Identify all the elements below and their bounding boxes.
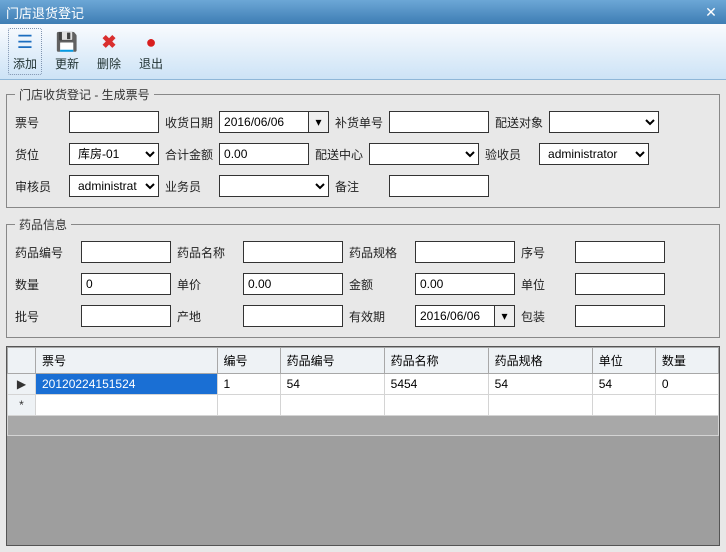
delete-icon: ✖: [98, 31, 120, 53]
location-select[interactable]: 库房-01: [69, 143, 159, 165]
receive-date-label: 收货日期: [165, 114, 213, 131]
delivery-target-label: 配送对象: [495, 114, 543, 131]
price-input[interactable]: [243, 273, 343, 295]
remark-input[interactable]: [389, 175, 489, 197]
add-button[interactable]: ☰ 添加: [8, 28, 42, 75]
seq-label: 序号: [521, 244, 569, 261]
table-new-row[interactable]: *: [8, 395, 719, 416]
salesman-select[interactable]: [219, 175, 329, 197]
add-icon: ☰: [14, 31, 36, 53]
unit-label: 单位: [521, 276, 569, 293]
remark-label: 备注: [335, 178, 383, 195]
expiry-input[interactable]: [415, 305, 495, 327]
price-label: 单价: [177, 276, 237, 293]
drug-code-label: 药品编号: [15, 244, 75, 261]
col-drug-code[interactable]: 药品编号: [280, 348, 384, 374]
cell-drug-name[interactable]: 5454: [384, 374, 488, 395]
replenish-no-input[interactable]: [389, 111, 489, 133]
add-label: 添加: [13, 55, 37, 72]
drug-name-label: 药品名称: [177, 244, 237, 261]
distribution-center-label: 配送中心: [315, 146, 363, 163]
date-picker-icon[interactable]: ▾: [309, 111, 329, 133]
inspector-label: 验收员: [485, 146, 533, 163]
total-amount-input[interactable]: [219, 143, 309, 165]
origin-input[interactable]: [243, 305, 343, 327]
ticket-no-label: 票号: [15, 114, 63, 131]
replenish-no-label: 补货单号: [335, 114, 383, 131]
data-grid[interactable]: 票号 编号 药品编号 药品名称 药品规格 单位 数量 ▶ 20120224151…: [6, 346, 720, 546]
col-qty[interactable]: 数量: [655, 348, 718, 374]
refresh-icon: 💾: [56, 31, 78, 53]
receipt-legend: 门店收货登记 - 生成票号: [15, 86, 154, 103]
col-code[interactable]: 编号: [217, 348, 280, 374]
cell-drug-code[interactable]: 54: [280, 374, 384, 395]
amount-input[interactable]: [415, 273, 515, 295]
batch-input[interactable]: [81, 305, 171, 327]
row-header-blank: [8, 348, 36, 374]
cell-drug-spec[interactable]: 54: [488, 374, 592, 395]
drug-code-input[interactable]: [81, 241, 171, 263]
content-area: 门店收货登记 - 生成票号 票号 收货日期 ▾ 补货单号 配送对象 货位 库房-…: [0, 80, 726, 552]
cell-qty[interactable]: 0: [655, 374, 718, 395]
col-drug-name[interactable]: 药品名称: [384, 348, 488, 374]
receive-date-input[interactable]: [219, 111, 309, 133]
exit-button[interactable]: ● 退出: [134, 28, 168, 75]
qty-input[interactable]: [81, 273, 171, 295]
expiry-date-picker-icon[interactable]: ▾: [495, 305, 515, 327]
delete-button[interactable]: ✖ 删除: [92, 28, 126, 75]
close-icon[interactable]: ✕: [702, 3, 720, 21]
drug-name-input[interactable]: [243, 241, 343, 263]
package-input[interactable]: [575, 305, 665, 327]
refresh-label: 更新: [55, 55, 79, 72]
expiry-label: 有效期: [349, 308, 409, 325]
exit-label: 退出: [139, 55, 163, 72]
origin-label: 产地: [177, 308, 237, 325]
grid-empty-area: [8, 416, 719, 436]
amount-label: 金额: [349, 276, 409, 293]
table-row[interactable]: ▶ 20120224151524 1 54 5454 54 54 0: [8, 374, 719, 395]
col-unit[interactable]: 单位: [592, 348, 655, 374]
unit-input[interactable]: [575, 273, 665, 295]
cell-code[interactable]: 1: [217, 374, 280, 395]
col-drug-spec[interactable]: 药品规格: [488, 348, 592, 374]
cell-ticket[interactable]: 20120224151524: [36, 374, 218, 395]
exit-icon: ●: [140, 31, 162, 53]
batch-label: 批号: [15, 308, 75, 325]
inspector-select[interactable]: administrator: [539, 143, 649, 165]
auditor-label: 审核员: [15, 178, 63, 195]
seq-input[interactable]: [575, 241, 665, 263]
ticket-no-input[interactable]: [69, 111, 159, 133]
drug-info-group: 药品信息 药品编号 药品名称 药品规格 序号 数量 单价 金额 单位 批号 产地…: [6, 216, 720, 338]
window-title: 门店退货登记: [6, 3, 84, 22]
receipt-group: 门店收货登记 - 生成票号 票号 收货日期 ▾ 补货单号 配送对象 货位 库房-…: [6, 86, 720, 208]
title-bar: 门店退货登记 ✕: [0, 0, 726, 24]
package-label: 包装: [521, 308, 569, 325]
row-indicator-new-icon: *: [8, 395, 36, 416]
salesman-label: 业务员: [165, 178, 213, 195]
total-amount-label: 合计金额: [165, 146, 213, 163]
row-indicator-current-icon: ▶: [8, 374, 36, 395]
drug-info-legend: 药品信息: [15, 216, 71, 233]
grid-header-row: 票号 编号 药品编号 药品名称 药品规格 单位 数量: [8, 348, 719, 374]
delivery-target-select[interactable]: [549, 111, 659, 133]
qty-label: 数量: [15, 276, 75, 293]
col-ticket[interactable]: 票号: [36, 348, 218, 374]
distribution-center-select[interactable]: [369, 143, 479, 165]
drug-spec-label: 药品规格: [349, 244, 409, 261]
refresh-button[interactable]: 💾 更新: [50, 28, 84, 75]
toolbar: ☰ 添加 💾 更新 ✖ 删除 ● 退出: [0, 24, 726, 80]
auditor-select[interactable]: administrat: [69, 175, 159, 197]
drug-spec-input[interactable]: [415, 241, 515, 263]
delete-label: 删除: [97, 55, 121, 72]
cell-unit[interactable]: 54: [592, 374, 655, 395]
location-label: 货位: [15, 146, 63, 163]
